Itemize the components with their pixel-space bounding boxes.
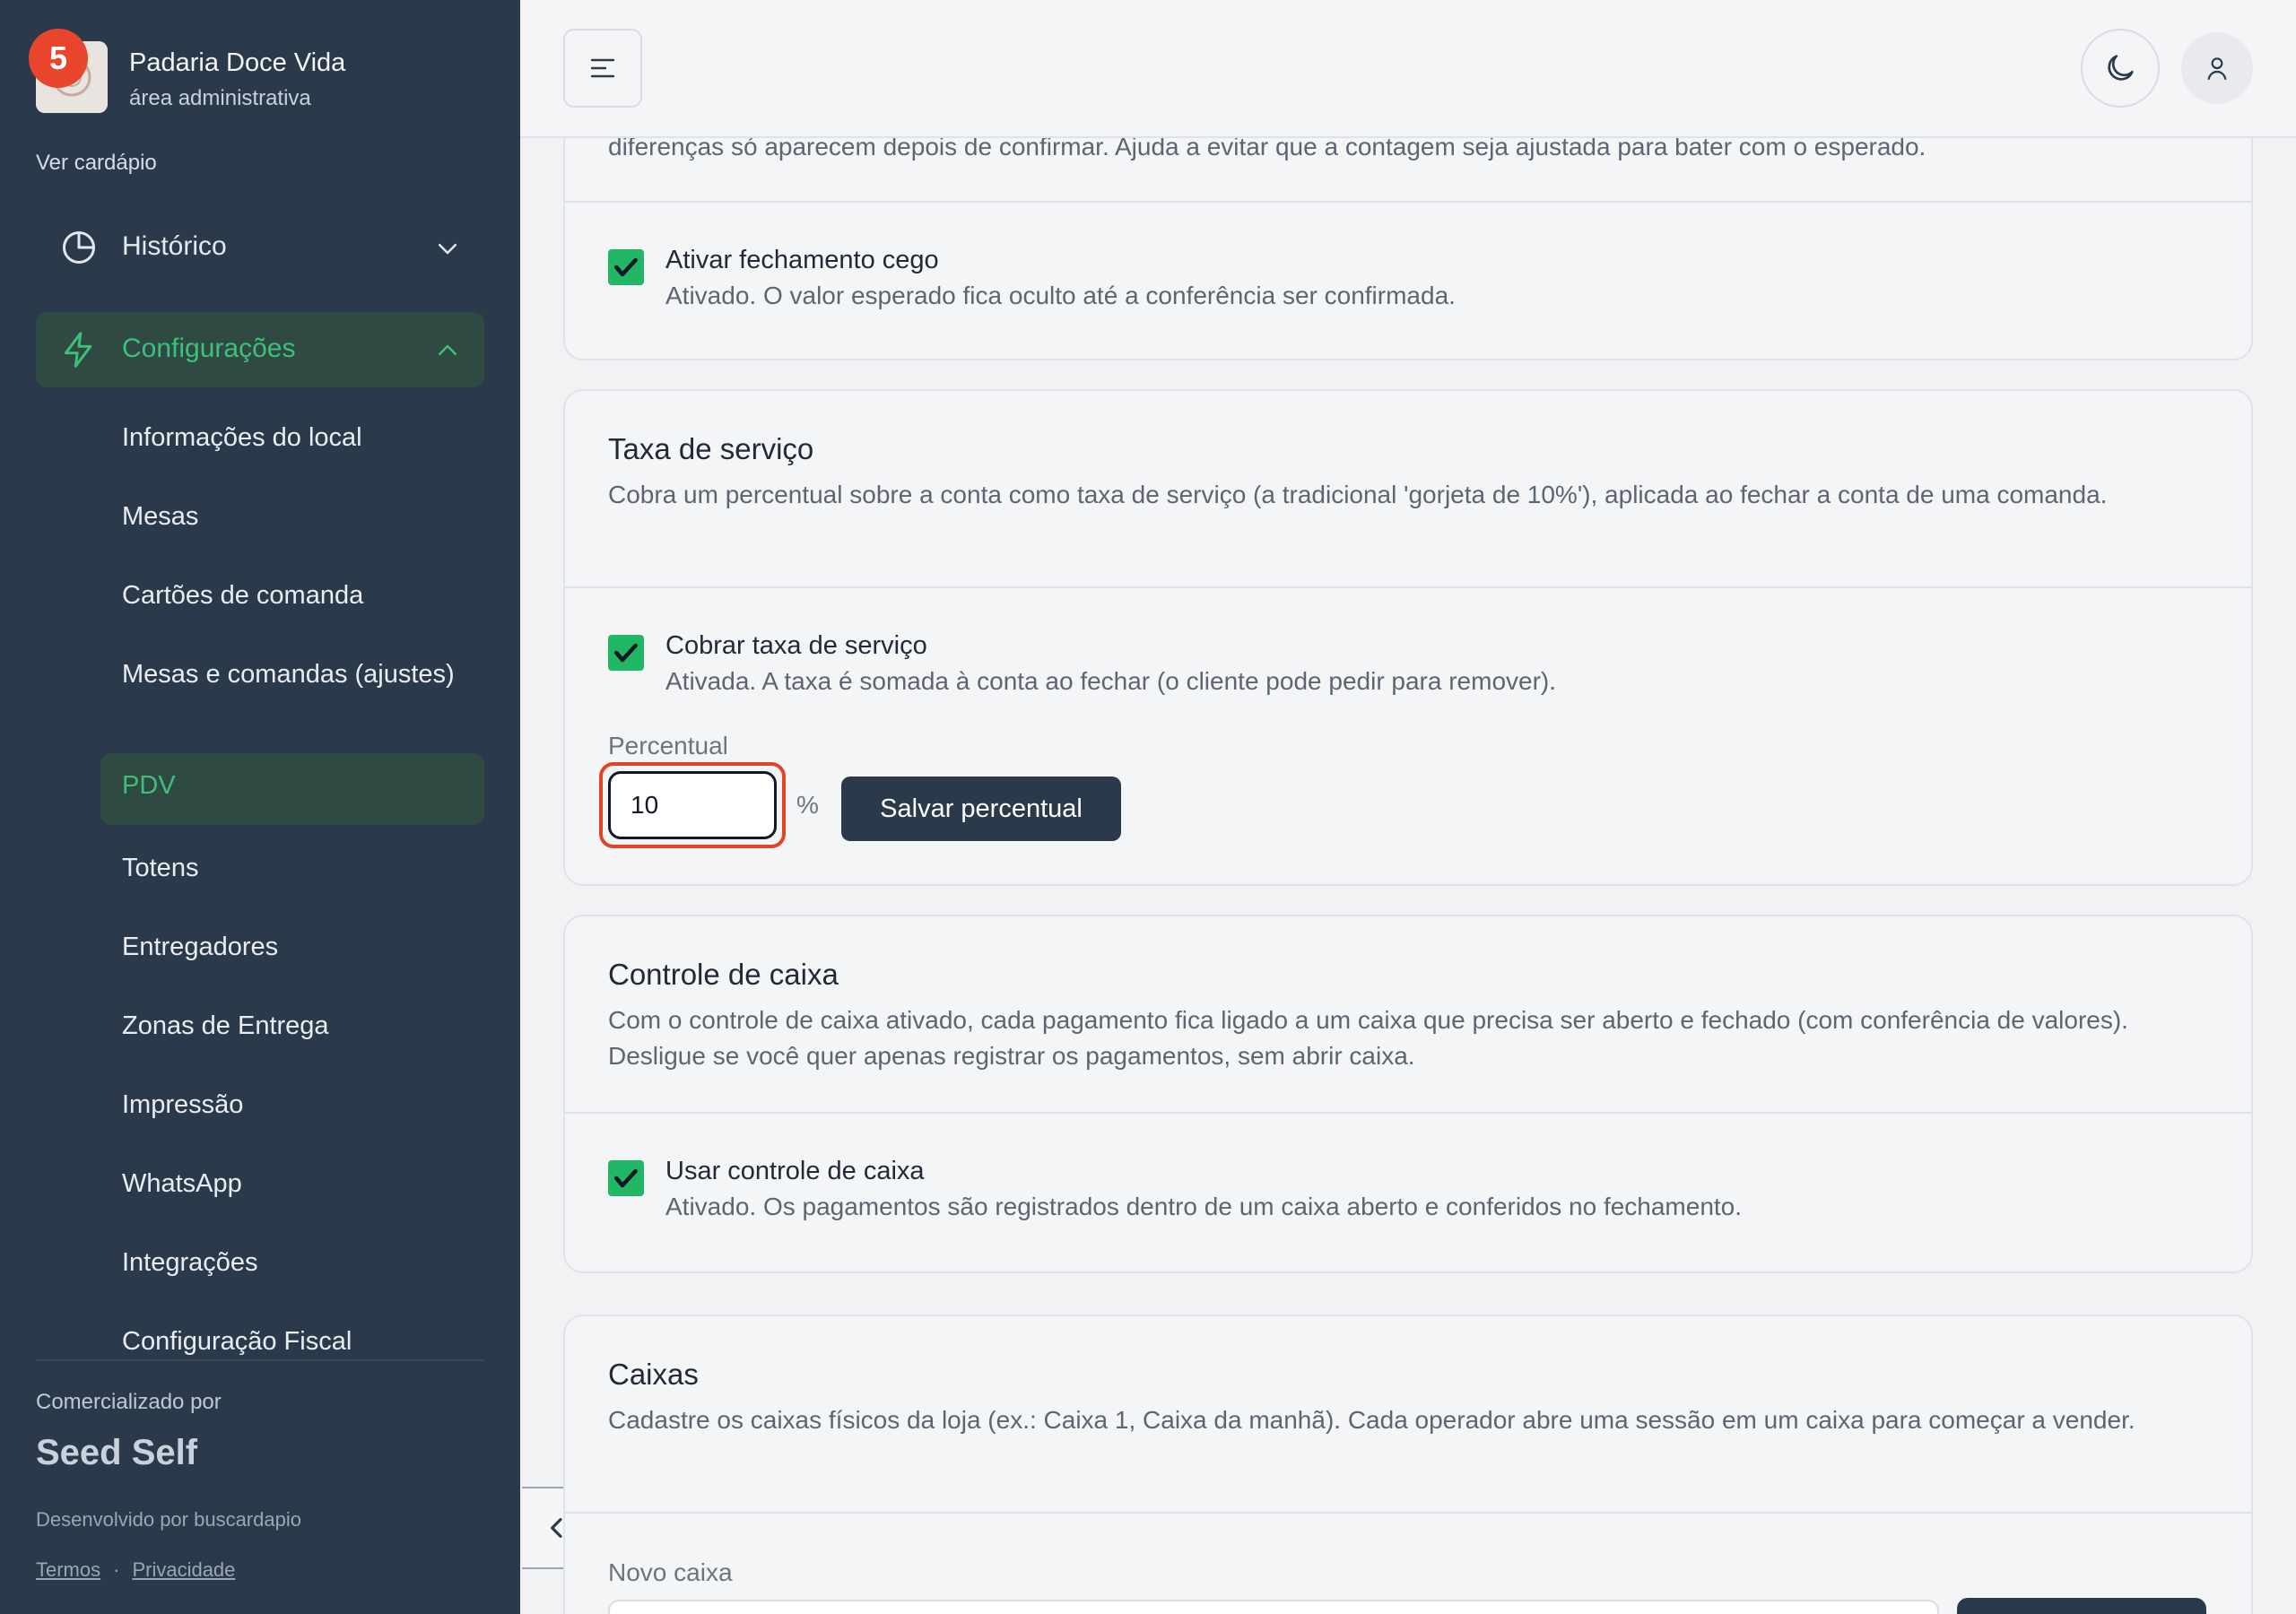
card-divider [565, 201, 2251, 203]
card-description: Com o controle de caixa ativado, cada pa… [608, 1006, 2128, 1070]
sidebar-item-impressao[interactable]: Impressão [122, 1087, 243, 1123]
percent-unit: % [796, 791, 819, 819]
checkbox-description: Ativada. A taxa é somada à conta ao fech… [665, 667, 1557, 695]
legal-links: Termos · Privacidade [36, 1558, 235, 1582]
brand-header[interactable]: 5 Padaria Doce Vida área administrativa [29, 29, 484, 117]
cash-control-card: Controle de caixa Com o controle de caix… [563, 915, 2253, 1273]
card-divider [565, 1512, 2251, 1514]
card-title: Caixas [608, 1358, 699, 1391]
save-percentage-button[interactable]: Salvar percentual [841, 777, 1121, 841]
sidebar-item-zonas-de-entrega[interactable]: Zonas de Entrega [122, 1008, 329, 1044]
sidebar-group-historico[interactable]: Histórico [36, 210, 484, 285]
menu-toggle-button[interactable] [563, 29, 642, 108]
terms-link[interactable]: Termos [36, 1558, 100, 1581]
new-register-label: Novo caixa [608, 1558, 733, 1586]
user-menu-button[interactable] [2181, 32, 2253, 104]
card-description: Cadastre os caixas físicos da loja (ex.:… [608, 1406, 2135, 1434]
theme-toggle-button[interactable] [2081, 29, 2160, 108]
sold-by-text: Comercializado por [36, 1390, 222, 1414]
sidebar-item-totens[interactable]: Totens [122, 850, 198, 886]
sidebar-item-mesas-e-comandas-ajustes[interactable]: Mesas e comandas (ajustes) [122, 656, 463, 692]
blind-close-checkbox[interactable] [608, 249, 644, 285]
moon-icon [2108, 55, 2134, 81]
sidebar-item-whatsapp[interactable]: WhatsApp [122, 1166, 242, 1202]
percentage-input[interactable] [608, 771, 777, 839]
link-separator: · [113, 1558, 120, 1581]
checkbox-description: Ativado. Os pagamentos são registrados d… [665, 1193, 1743, 1220]
cash-control-checkbox[interactable] [608, 1160, 644, 1196]
percentage-label: Percentual [608, 732, 728, 759]
card-title: Controle de caixa [608, 958, 839, 991]
developed-by-text: Desenvolvido por buscardapio [36, 1508, 301, 1531]
check-icon [614, 643, 638, 663]
service-fee-card: Taxa de serviço Cobra um percentual sobr… [563, 389, 2253, 886]
add-register-button[interactable] [1957, 1598, 2206, 1614]
sidebar-item-entregadores[interactable]: Entregadores [122, 929, 278, 965]
card-title: Taxa de serviço [608, 432, 814, 465]
card-divider [565, 1112, 2251, 1114]
sidebar-group-label: Histórico [122, 231, 227, 261]
sidebar-item-integracoes[interactable]: Integrações [122, 1245, 258, 1280]
sidebar-item-informacoes-do-local[interactable]: Informações do local [122, 420, 362, 456]
new-register-input[interactable] [608, 1600, 1939, 1614]
product-logo-text: Seed Self [36, 1433, 198, 1472]
sidebar-divider [36, 1359, 484, 1361]
pie-chart-icon [63, 231, 95, 264]
user-icon [2207, 57, 2227, 81]
checkbox-label: Cobrar taxa de serviço [665, 631, 927, 660]
privacy-link[interactable]: Privacidade [132, 1558, 235, 1581]
check-icon [614, 257, 638, 277]
brand-subtitle: área administrativa [129, 86, 311, 110]
sidebar: 5 Padaria Doce Vida área administrativa … [0, 0, 520, 1614]
card-description: Cobra um percentual sobre a conta como t… [608, 481, 2108, 508]
sidebar-item-label: PDV [122, 771, 176, 800]
chevron-up-icon [439, 344, 457, 355]
service-fee-checkbox[interactable] [608, 635, 644, 671]
card-divider [565, 586, 2251, 588]
check-icon [614, 1168, 638, 1188]
sidebar-group-label: Configurações [122, 334, 296, 363]
sidebar-item-cartoes-de-comanda[interactable]: Cartões de comanda [122, 577, 363, 613]
checkbox-description: Ativado. O valor esperado fica oculto at… [665, 282, 1456, 309]
sidebar-group-configuracoes[interactable]: Configurações [36, 312, 484, 387]
bolt-icon [64, 332, 92, 368]
checkbox-label: Ativar fechamento cego [665, 246, 939, 274]
notification-badge: 5 [29, 29, 88, 88]
sidebar-item-pdv[interactable]: PDV [100, 753, 484, 825]
brand-name: Padaria Doce Vida [129, 48, 346, 77]
registers-card: Caixas Cadastre os caixas físicos da loj… [563, 1315, 2253, 1614]
menu-icon [590, 58, 615, 78]
view-menu-link[interactable]: Ver cardápio [36, 151, 157, 176]
sidebar-item-configuracao-fiscal[interactable]: Configuração Fiscal [122, 1323, 352, 1359]
top-bar [520, 0, 2296, 138]
sidebar-item-mesas[interactable]: Mesas [122, 499, 198, 534]
chevron-down-icon [439, 244, 457, 255]
checkbox-label: Usar controle de caixa [665, 1157, 925, 1185]
